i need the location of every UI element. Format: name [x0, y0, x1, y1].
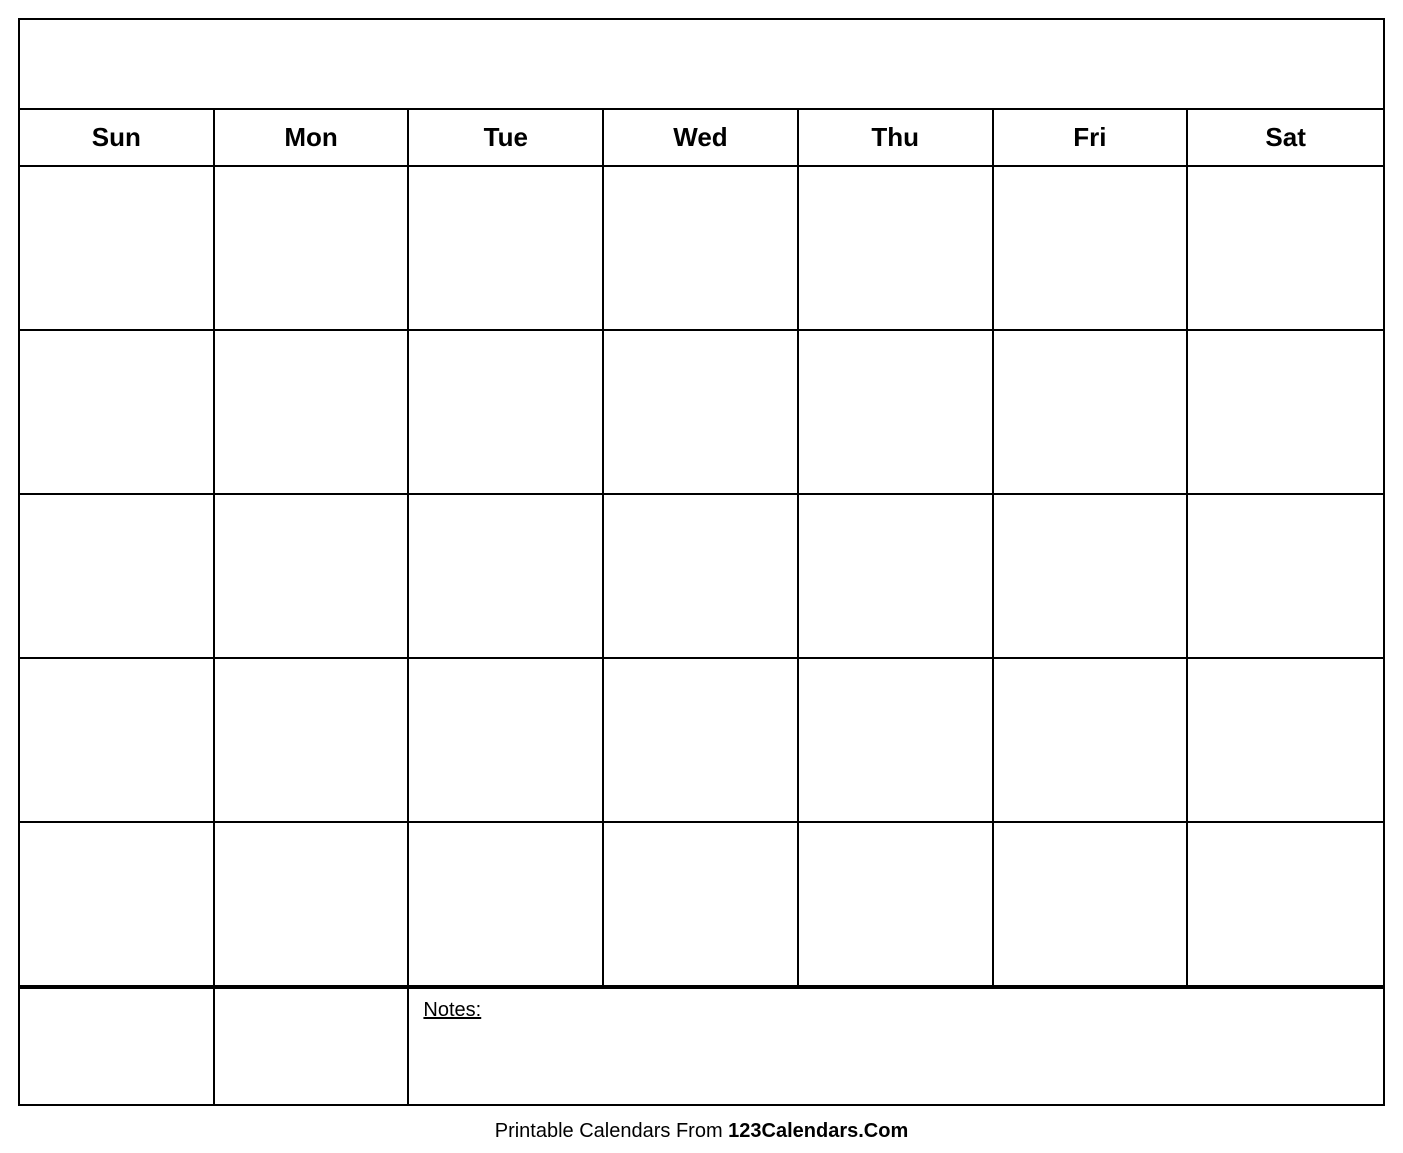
cell-r5-thu: [799, 823, 994, 985]
cell-r5-fri: [994, 823, 1189, 985]
cell-r4-sat: [1188, 659, 1383, 821]
cell-r1-wed: [604, 167, 799, 329]
cell-r4-mon: [215, 659, 410, 821]
cell-r4-fri: [994, 659, 1189, 821]
calendar-row-5: [20, 823, 1383, 987]
cell-r1-fri: [994, 167, 1189, 329]
cell-r2-sat: [1188, 331, 1383, 493]
header-mon: Mon: [215, 110, 410, 165]
cell-r3-tue: [409, 495, 604, 657]
cell-r4-sun: [20, 659, 215, 821]
header-row: Sun Mon Tue Wed Thu Fri Sat: [20, 110, 1383, 167]
cell-r2-tue: [409, 331, 604, 493]
cell-r1-tue: [409, 167, 604, 329]
cell-r2-wed: [604, 331, 799, 493]
cell-r1-mon: [215, 167, 410, 329]
page-wrapper: Sun Mon Tue Wed Thu Fri Sat: [0, 0, 1403, 1153]
cell-r2-mon: [215, 331, 410, 493]
notes-label: Notes:: [423, 999, 481, 1021]
notes-row: Notes:: [20, 987, 1383, 1104]
cell-r1-thu: [799, 167, 994, 329]
footer-brand: 123Calendars.Com: [728, 1120, 908, 1142]
notes-cell-mon: [215, 989, 410, 1104]
cell-r3-mon: [215, 495, 410, 657]
cell-r2-sun: [20, 331, 215, 493]
notes-cell-sun: [20, 989, 215, 1104]
cell-r3-fri: [994, 495, 1189, 657]
cell-r4-tue: [409, 659, 604, 821]
header-thu: Thu: [799, 110, 994, 165]
calendar-row-2: [20, 331, 1383, 495]
calendar-row-4: [20, 659, 1383, 823]
header-sun: Sun: [20, 110, 215, 165]
calendar-row-1: [20, 167, 1383, 331]
footer-prefix: Printable Calendars From: [495, 1120, 728, 1142]
cell-r3-sun: [20, 495, 215, 657]
cell-r5-mon: [215, 823, 410, 985]
cell-r2-thu: [799, 331, 994, 493]
cell-r1-sun: [20, 167, 215, 329]
header-tue: Tue: [409, 110, 604, 165]
cell-r4-thu: [799, 659, 994, 821]
notes-cell-content: Notes:: [409, 989, 1383, 1104]
cell-r2-fri: [994, 331, 1189, 493]
cell-r5-tue: [409, 823, 604, 985]
header-wed: Wed: [604, 110, 799, 165]
title-row: [20, 20, 1383, 110]
cell-r1-sat: [1188, 167, 1383, 329]
cell-r5-sun: [20, 823, 215, 985]
calendar-row-3: [20, 495, 1383, 659]
header-sat: Sat: [1188, 110, 1383, 165]
cell-r3-sat: [1188, 495, 1383, 657]
cell-r4-wed: [604, 659, 799, 821]
calendar-container: Sun Mon Tue Wed Thu Fri Sat: [18, 18, 1385, 1106]
footer: Printable Calendars From 123Calendars.Co…: [18, 1106, 1385, 1153]
cell-r3-thu: [799, 495, 994, 657]
cell-r5-wed: [604, 823, 799, 985]
calendar-body: Notes:: [20, 167, 1383, 1104]
cell-r5-sat: [1188, 823, 1383, 985]
header-fri: Fri: [994, 110, 1189, 165]
cell-r3-wed: [604, 495, 799, 657]
